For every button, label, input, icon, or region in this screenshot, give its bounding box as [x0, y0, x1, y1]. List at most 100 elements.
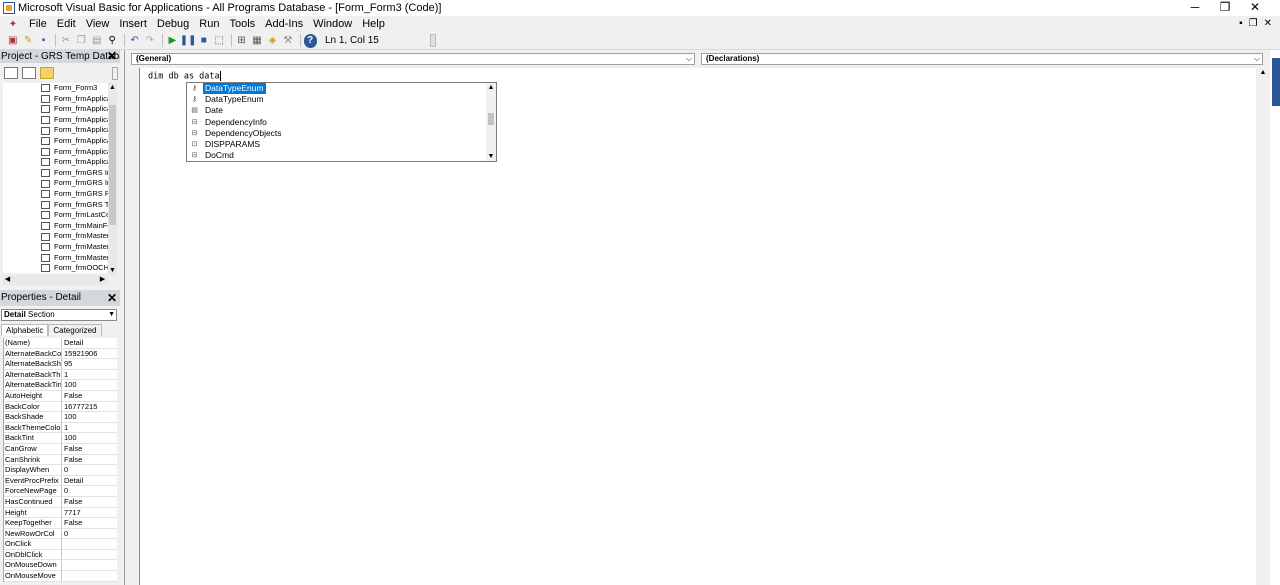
menu-run[interactable]: Run: [194, 16, 224, 32]
property-value[interactable]: False: [62, 518, 117, 528]
scroll-right-icon[interactable]: ▶: [98, 275, 107, 285]
property-row[interactable]: OnMouseDown: [4, 560, 117, 572]
tree-item[interactable]: Form_frmApplica: [3, 104, 108, 115]
restore-button[interactable]: ❐: [1210, 0, 1240, 16]
properties-close-icon[interactable]: ✕: [106, 290, 118, 306]
property-row[interactable]: AutoHeight False: [4, 390, 117, 402]
project-toolbar-grip[interactable]: [112, 67, 118, 80]
run-icon[interactable]: ▶: [166, 34, 179, 48]
intellisense-item[interactable]: ⚷ DataTypeEnum: [187, 94, 496, 105]
scroll-up-icon[interactable]: ▲: [108, 83, 117, 92]
tree-item[interactable]: Form_frmMainFo: [3, 221, 108, 232]
menu-insert[interactable]: Insert: [114, 16, 152, 32]
tree-item[interactable]: Form_frmGRS In: [3, 178, 108, 189]
property-value[interactable]: [62, 539, 117, 549]
margin-indicator-bar[interactable]: [127, 68, 138, 585]
scroll-thumb[interactable]: [109, 105, 116, 225]
property-value[interactable]: 100: [62, 380, 117, 390]
property-row[interactable]: BackColor 16777215: [4, 401, 117, 413]
intellisense-item[interactable]: ▤ Date: [187, 105, 496, 116]
property-value[interactable]: [62, 550, 117, 560]
property-grid[interactable]: (Name) Detail AlternateBackColo 15921906 Alt…: [3, 338, 117, 582]
undo-icon[interactable]: ↶: [128, 34, 141, 48]
scroll-left-icon[interactable]: ◀: [3, 275, 12, 285]
view-object-icon[interactable]: [22, 67, 36, 79]
outer-scrollbar[interactable]: [1270, 50, 1280, 585]
property-row[interactable]: EventProcPrefix Detail: [4, 475, 117, 487]
intellisense-item[interactable]: ⊡ DISPPARAMS: [187, 139, 496, 150]
close-button[interactable]: ✕: [1240, 0, 1270, 16]
tree-item[interactable]: Form_frmGRS Tr: [3, 200, 108, 211]
tree-item[interactable]: Form_frmApplica: [3, 157, 108, 168]
toggle-folders-icon[interactable]: [40, 67, 54, 79]
property-row[interactable]: BackShade 100: [4, 412, 117, 423]
object-selector[interactable]: Detail Section ▼: [1, 309, 117, 321]
tree-item[interactable]: Form_frmApplica: [3, 147, 108, 158]
tree-item[interactable]: Form_frmApplica: [3, 136, 108, 147]
scroll-up-icon[interactable]: ▲: [1256, 68, 1270, 78]
property-row[interactable]: AlternateBackThe 1: [4, 369, 117, 381]
property-row[interactable]: Height 7717: [4, 507, 117, 519]
menu-tools[interactable]: Tools: [224, 16, 260, 32]
property-row[interactable]: AlternateBackColo 15921906: [4, 348, 117, 360]
help-icon[interactable]: ?: [303, 33, 317, 48]
chevron-down-icon[interactable]: ▼: [108, 310, 115, 320]
reset-icon[interactable]: ■: [197, 34, 210, 48]
mdi-restore-button[interactable]: ❐: [1249, 16, 1258, 32]
tree-item[interactable]: Form_frmLastCo: [3, 210, 108, 221]
property-value[interactable]: False: [62, 455, 117, 465]
project-close-icon[interactable]: ✕: [106, 50, 118, 63]
redo-icon[interactable]: ↷: [143, 34, 156, 48]
tab-categorized[interactable]: Categorized: [48, 324, 102, 336]
property-row[interactable]: (Name) Detail: [4, 338, 117, 349]
tree-item[interactable]: Form_frmOOCHS: [3, 263, 108, 273]
design-mode-icon[interactable]: ⬚: [213, 34, 226, 48]
tree-item[interactable]: Form_frmApplica: [3, 125, 108, 136]
intellisense-item[interactable]: ⚷ DataTypeEnum: [187, 83, 496, 95]
properties-icon[interactable]: ▦: [250, 34, 263, 48]
property-value[interactable]: 0: [62, 465, 117, 475]
menu-file[interactable]: File: [24, 16, 52, 32]
intellisense-list[interactable]: ⚷ DataTypeEnum ⚷ DataTypeEnum ▤ Date ⊟ Dependen…: [186, 82, 497, 162]
object-browser-icon[interactable]: ◈: [266, 34, 279, 48]
intellisense-scrollbar[interactable]: ▲ ▼: [486, 83, 496, 161]
property-row[interactable]: NewRowOrCol 0: [4, 528, 117, 540]
property-value[interactable]: 1: [62, 423, 117, 433]
property-row[interactable]: OnDblClick: [4, 549, 117, 561]
project-vertical-scrollbar[interactable]: ▲ ▼: [108, 83, 117, 275]
property-value[interactable]: 100: [62, 433, 117, 443]
tree-item[interactable]: Form_frmGRS Pa: [3, 189, 108, 200]
property-row[interactable]: OnClick: [4, 539, 117, 550]
paste-icon[interactable]: ▤: [90, 34, 103, 48]
view-access-icon[interactable]: ▣: [6, 34, 19, 48]
property-value[interactable]: False: [62, 391, 117, 401]
property-value[interactable]: Detail: [62, 338, 117, 348]
property-value[interactable]: [62, 560, 117, 570]
property-value[interactable]: 95: [62, 359, 117, 369]
code-line[interactable]: dim db as data: [148, 71, 221, 83]
property-value[interactable]: 15921906: [62, 349, 117, 359]
property-row[interactable]: AlternateBackTint 100: [4, 380, 117, 391]
toolbar-options-icon[interactable]: [430, 34, 436, 47]
project-tree[interactable]: Form_Form3 Form_frmApplica Form_frmAppli…: [3, 83, 108, 273]
property-value[interactable]: 7717: [62, 508, 117, 518]
minimize-button[interactable]: ─: [1180, 0, 1210, 16]
procedure-combo[interactable]: (Declarations) ⌵: [701, 53, 1263, 65]
object-combo[interactable]: (General) ⌵: [131, 53, 695, 65]
property-row[interactable]: BackThemeColorIr 1: [4, 422, 117, 434]
chevron-down-icon[interactable]: ⌵: [1254, 54, 1260, 64]
tree-item[interactable]: Form_frmApplica: [3, 115, 108, 126]
project-explorer-icon[interactable]: ⊞: [235, 34, 248, 48]
find-icon[interactable]: ⚲: [105, 34, 118, 48]
menu-view[interactable]: View: [81, 16, 115, 32]
scroll-down-icon[interactable]: ▼: [108, 266, 117, 275]
mdi-minimize-button[interactable]: ▪: [1239, 16, 1243, 32]
property-value[interactable]: [62, 571, 117, 581]
property-row[interactable]: DisplayWhen 0: [4, 465, 117, 476]
property-value[interactable]: False: [62, 497, 117, 507]
menu-help[interactable]: Help: [357, 16, 390, 32]
project-horizontal-scrollbar[interactable]: ◀ ▶: [3, 275, 108, 285]
intellisense-item[interactable]: ⊟ DependencyInfo: [187, 117, 496, 128]
vba-menu-icon[interactable]: ✦: [6, 18, 20, 30]
outer-scroll-thumb[interactable]: [1272, 58, 1280, 106]
